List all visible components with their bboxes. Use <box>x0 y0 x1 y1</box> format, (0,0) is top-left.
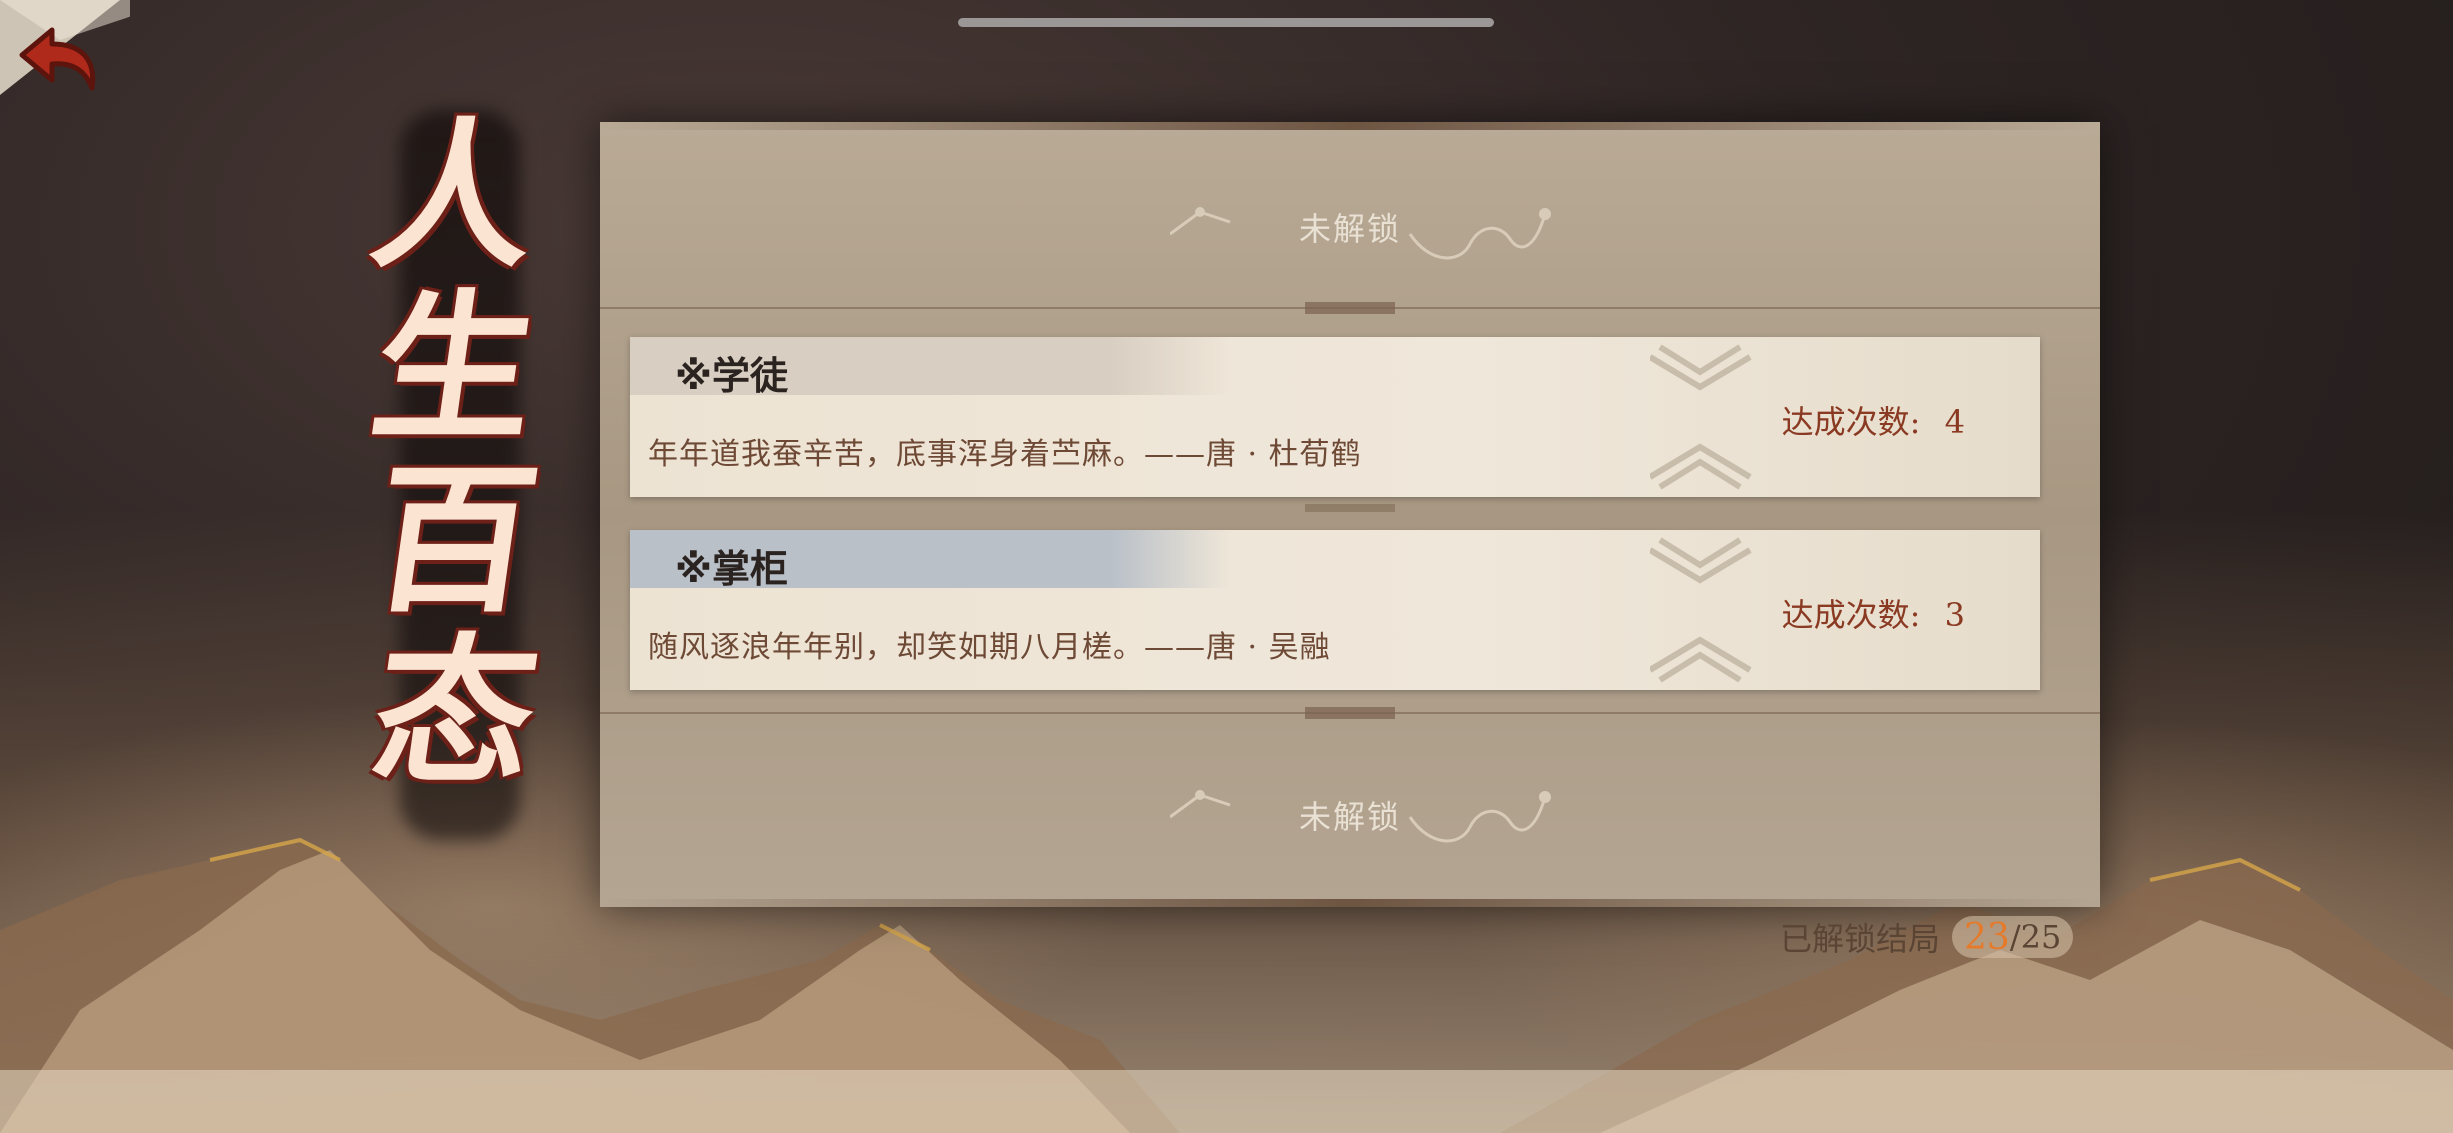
ending-card-shopkeeper[interactable]: ※掌柜 随风逐浪年年别，却笑如期八月槎。——唐 · 吴融 达成次数: 3 <box>630 530 2040 690</box>
achievement-count: 达成次数: 4 <box>1782 397 1965 443</box>
ending-locked-row: 未解锁 <box>600 722 2100 907</box>
title-char: 生 <box>361 274 549 462</box>
card-pattern-decoration <box>1650 344 1752 490</box>
constellation-decoration-icon <box>1170 790 1551 843</box>
ending-locked-row: 未解锁 <box>600 134 2100 319</box>
panel-edge <box>600 122 2100 130</box>
game-screen: 人 生 百 态 未解锁 ※学徒 年年道我蚕辛苦，底事浑身着苎麻。——唐 · 杜荀… <box>0 0 2453 1133</box>
row-divider <box>1305 504 1395 512</box>
count-label: 达成次数: <box>1781 403 1921 441</box>
card-pattern-decoration <box>1650 537 1752 683</box>
progress-current: 23 <box>1964 916 2010 958</box>
row-divider <box>600 302 2100 314</box>
title-char: 态 <box>361 618 549 806</box>
panel-edge <box>600 899 2100 907</box>
progress-counter: 23 / 25 <box>1952 916 2074 958</box>
title-char: 百 <box>361 446 549 634</box>
row-divider <box>600 707 2100 719</box>
progress-separator: / <box>2009 918 2021 956</box>
ending-title: ※掌柜 <box>675 547 788 591</box>
count-value: 4 <box>1944 403 1965 441</box>
home-indicator <box>958 18 1494 27</box>
title-char: 人 <box>361 102 549 290</box>
ending-title: ※学徒 <box>675 354 788 398</box>
count-label: 达成次数: <box>1781 596 1921 634</box>
constellation-decoration-icon <box>1170 207 1551 260</box>
screen-title: 人 生 百 态 <box>340 102 570 840</box>
endings-list[interactable]: 未解锁 ※学徒 年年道我蚕辛苦，底事浑身着苎麻。——唐 · 杜荀鹤 达成次数: … <box>600 122 2100 907</box>
progress-total: 25 <box>2020 918 2062 956</box>
achievement-count: 达成次数: 3 <box>1782 590 1965 636</box>
ending-quote: 随风逐浪年年别，却笑如期八月槎。——唐 · 吴融 <box>648 630 1331 665</box>
unlock-progress: 已解锁结局 23 / 25 <box>1780 912 2074 962</box>
ending-quote: 年年道我蚕辛苦，底事浑身着苎麻。——唐 · 杜荀鹤 <box>648 437 1362 472</box>
back-button[interactable] <box>0 0 180 110</box>
progress-label: 已解锁结局 <box>1780 920 1941 958</box>
count-value: 3 <box>1944 596 1965 634</box>
ending-card-apprentice[interactable]: ※学徒 年年道我蚕辛苦，底事浑身着苎麻。——唐 · 杜荀鹤 达成次数: 4 <box>630 337 2040 497</box>
